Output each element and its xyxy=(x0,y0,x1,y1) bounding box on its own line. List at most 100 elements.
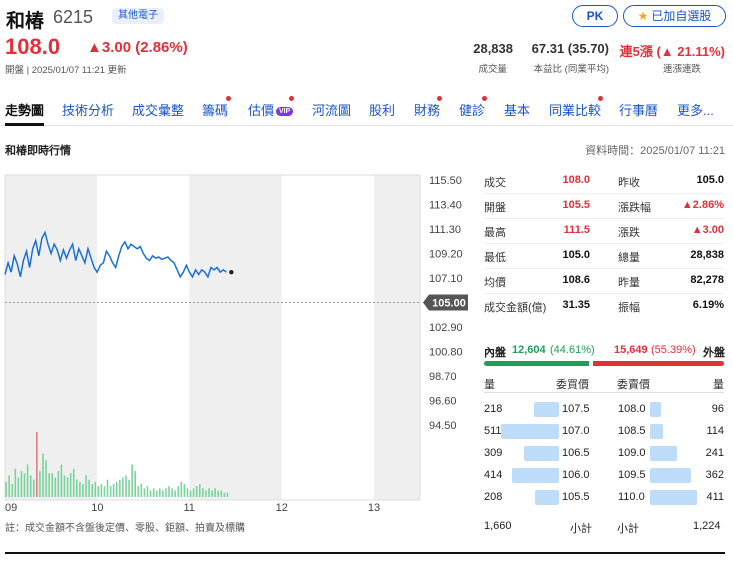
volume-bar xyxy=(57,471,60,497)
bid-price: 105.5 xyxy=(562,491,590,503)
volume-bar xyxy=(125,475,127,497)
volume-bar xyxy=(103,486,106,497)
tab-more[interactable]: 更多... xyxy=(677,100,714,119)
tab-health[interactable]: 健診 xyxy=(459,100,485,119)
quote-label: 漲跌 xyxy=(618,227,640,239)
quote-value: 108.6 xyxy=(562,274,590,286)
volume-bar xyxy=(14,468,17,497)
tab-valuation[interactable]: 估價 VIP xyxy=(248,100,294,119)
volume-bar xyxy=(69,473,72,497)
volume-bar xyxy=(189,490,192,497)
hour-band xyxy=(5,175,98,500)
quote-label: 最低 xyxy=(484,252,506,264)
bid-depth-bar xyxy=(534,402,559,417)
quote-value: 6.19% xyxy=(692,299,724,311)
ask-price: 109.0 xyxy=(618,447,646,459)
pe-label: 本益比 (同業平均) xyxy=(533,64,609,75)
last-price-dot xyxy=(229,269,234,275)
volume-bar xyxy=(48,473,50,497)
inner-pct: (44.61%) xyxy=(550,344,595,356)
tab-chart[interactable]: 走勢圖 xyxy=(5,100,45,126)
volume-bar xyxy=(88,479,90,497)
volume-bar xyxy=(223,492,226,497)
row-divider xyxy=(484,293,724,294)
bid-qty: 208 xyxy=(484,491,503,503)
volume-bar xyxy=(109,486,112,497)
quote-value: 108.0 xyxy=(562,174,590,186)
bid-depth-bar xyxy=(501,424,559,439)
row-divider xyxy=(484,193,724,194)
bid-qty: 309 xyxy=(484,447,503,459)
volume-bar xyxy=(115,481,118,497)
row-divider xyxy=(484,218,724,219)
volume-bar xyxy=(26,464,29,497)
bid-qty: 414 xyxy=(484,469,503,481)
quote-row: 成交 108.0 昨收 105.0 xyxy=(484,174,724,195)
volume-bar xyxy=(143,488,146,497)
section-title: 和椿即時行情 xyxy=(5,145,71,157)
inner-value: 12,604 xyxy=(512,344,546,356)
volume-bar xyxy=(79,481,81,497)
quote-value: ▲3.00 xyxy=(691,224,724,236)
ask-total: 1,224 xyxy=(693,520,721,532)
tab-trades[interactable]: 成交彙整 xyxy=(132,100,184,119)
ask-subtotal-label: 小計 xyxy=(617,523,639,535)
quote-row: 均價 108.6 昨量 82,278 xyxy=(484,274,724,295)
tab-chips[interactable]: 籌碼 xyxy=(202,100,228,119)
x-tick-label: 12 xyxy=(276,502,288,514)
tab-valuation-label: 估價 xyxy=(248,103,275,118)
tab-basic[interactable]: 基本 xyxy=(504,100,530,119)
quote-label: 成交 xyxy=(484,177,506,189)
bid-depth-bar xyxy=(535,490,559,505)
x-tick-label: 13 xyxy=(368,502,380,514)
bid-price: 106.5 xyxy=(562,447,590,459)
tab-peer-dot xyxy=(598,96,603,101)
quote-label: 開盤 xyxy=(484,202,506,214)
volume-bar xyxy=(140,484,143,497)
ref-price-tag: 105.00 xyxy=(423,294,468,311)
ask-qty: 411 xyxy=(706,491,724,503)
volume-bar xyxy=(155,490,158,497)
volume-label: 成交量 xyxy=(478,64,507,75)
intraday-chart[interactable]: 115.50 113.40 111.30 109.20 107.10 105.00 102.… xyxy=(0,170,478,515)
streak-label: 連漲連跌 xyxy=(662,64,701,75)
volume-bar xyxy=(91,484,93,497)
quote-value: 31.35 xyxy=(562,299,590,311)
pk-button[interactable]: PK xyxy=(572,5,618,27)
tab-river[interactable]: 河流圖 xyxy=(312,100,351,119)
outer-pct: (55.39%) xyxy=(651,344,696,356)
tab-peer[interactable]: 同業比較 xyxy=(549,100,601,119)
volume-bar xyxy=(106,479,109,497)
volume-bar xyxy=(202,488,204,497)
y-tick-label: 94.50 xyxy=(429,420,457,432)
tab-technical[interactable]: 技術分析 xyxy=(62,100,114,119)
volume-bar xyxy=(17,477,20,497)
volume-bar xyxy=(214,488,216,497)
x-tick-label: 09 xyxy=(5,502,17,514)
quote-row: 最高 111.5 漲跌 ▲3.00 xyxy=(484,224,724,245)
tab-bar: 走勢圖 技術分析 成交彙整 籌碼 估價 VIP 河流圖 股利 財務 健診 基本 同… xyxy=(0,96,733,126)
quote-value: 82,278 xyxy=(690,274,724,286)
ask-price-header: 委賣價 xyxy=(617,379,650,391)
ask-qty: 241 xyxy=(705,447,724,459)
volume-bar xyxy=(94,481,97,497)
volume-bar xyxy=(180,481,183,497)
category-tag[interactable]: 其他電子 xyxy=(112,8,164,24)
quote-row: 開盤 105.5 漲跌幅 ▲2.86% xyxy=(484,199,724,220)
x-tick-label: 10 xyxy=(91,502,103,514)
tab-dividend[interactable]: 股利 xyxy=(369,100,395,119)
tab-finance[interactable]: 財務 xyxy=(414,100,440,119)
ask-depth-bar xyxy=(650,490,697,505)
tab-calendar[interactable]: 行事曆 xyxy=(619,100,658,119)
volume-bar xyxy=(137,486,140,497)
y-tick-label: 111.30 xyxy=(429,224,461,236)
quote-label: 均價 xyxy=(484,277,506,289)
quote-label: 總量 xyxy=(618,252,640,264)
volume-value: 28,838 xyxy=(473,41,513,56)
watchlist-button[interactable]: ★ 已加自選股 xyxy=(623,5,726,27)
quote-value: 111.5 xyxy=(563,224,590,236)
volume-bar xyxy=(39,471,41,497)
volume-bar xyxy=(76,479,78,497)
tab-chips-dot xyxy=(226,96,231,101)
watchlist-label: 已加自選股 xyxy=(651,9,712,23)
